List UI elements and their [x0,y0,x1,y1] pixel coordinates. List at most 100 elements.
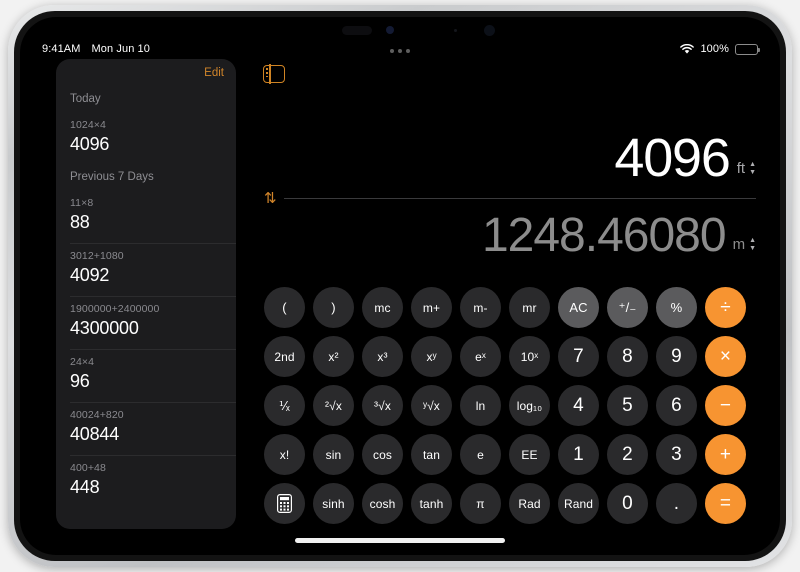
handle-dot [390,49,394,53]
key-digit-2[interactable]: 2 [607,434,648,475]
history-item[interactable]: 1900000+2400000 4300000 [56,296,236,349]
key-hyperbolic-tangent[interactable]: tanh [411,483,452,524]
key-memory-recall[interactable]: mr [509,287,550,328]
history-expression: 1024×4 [70,119,106,131]
history-result: 4092 [70,265,110,285]
key-digit-0[interactable]: 0 [607,483,648,524]
secondary-unit-selector[interactable]: m ▲ ▼ [733,236,756,265]
key-all-clear[interactable]: AC [558,287,599,328]
chevron-up-icon: ▲ [749,160,756,168]
key-square-root[interactable]: ²√x [313,385,354,426]
key-square[interactable]: x² [313,336,354,377]
history-expression: 3012+1080 [70,250,124,262]
keypad-row: 2nd x² x³ xʸ eˣ 10ˣ 7 8 9 × [264,336,764,377]
history-item[interactable]: 400+48 448 [56,455,236,508]
home-indicator[interactable] [295,538,505,543]
sidebar-toggle-icon[interactable] [263,64,285,84]
ambient-sensor-icon [454,29,457,32]
key-radians-toggle[interactable]: Rad [509,483,550,524]
key-exp-e[interactable]: eˣ [460,336,501,377]
toggle-line [265,71,268,74]
key-digit-3[interactable]: 3 [656,434,697,475]
chevron-updown-icon: ▲ ▼ [749,237,756,253]
history-result: 448 [70,477,100,497]
key-equals[interactable]: = [705,483,746,524]
secondary-unit-label: m [732,236,746,253]
key-digit-5[interactable]: 5 [607,385,648,426]
multitasking-handle[interactable] [390,49,410,53]
status-bar-right: 100% [680,43,760,55]
history-expression: 40024+820 [70,409,124,421]
key-cosine[interactable]: cos [362,434,403,475]
chevron-down-icon: ▼ [749,245,756,253]
key-decimal-point[interactable]: . [656,483,697,524]
key-multiply[interactable]: × [705,336,746,377]
key-memory-subtract[interactable]: m- [460,287,501,328]
key-exp-ten[interactable]: 10ˣ [509,336,550,377]
history-list[interactable]: Today 1024×4 4096 Previous 7 Days 11×8 88 3012… [56,87,236,529]
key-sign-toggle[interactable]: ⁺/₋ [607,287,648,328]
edit-button[interactable]: Edit [204,67,224,79]
key-percent[interactable]: % [656,287,697,328]
primary-value-row: 4096 ft ▲ ▼ [264,127,756,189]
history-item[interactable]: 24×4 96 [56,349,236,402]
key-divide[interactable]: ÷ [705,287,746,328]
history-item[interactable]: 11×8 88 [56,190,236,243]
chevron-updown-icon: ▲ ▼ [749,161,756,177]
key-second-function[interactable]: 2nd [264,336,305,377]
key-memory-clear[interactable]: mc [362,287,403,328]
key-scientific-notation[interactable]: EE [509,434,550,475]
swap-units-icon[interactable]: ⇅ [264,191,277,206]
history-item[interactable]: 40024+820 40844 [56,402,236,455]
history-expression: 1900000+2400000 [70,303,160,315]
key-log-base-ten[interactable]: log₁₀ [509,385,550,426]
key-cube-root[interactable]: ³√x [362,385,403,426]
battery-percent-label: 100% [700,43,729,55]
toggle-line [265,68,268,70]
key-subtract[interactable]: − [705,385,746,426]
key-add[interactable]: + [705,434,746,475]
calculator-keypad: () mc m+ m-mr AC ⁺/₋% ÷ 2nd x² x³ xʸ eˣ 10ˣ 7 8 9 × ⅟ₓ ²√x… [264,287,764,524]
key-calculator-mode-icon[interactable] [264,483,305,524]
history-expression: 11×8 [70,197,94,209]
status-time: 9:41AM [42,43,81,55]
history-item[interactable]: 3012+1080 4092 [56,243,236,296]
key-digit-9[interactable]: 9 [656,336,697,377]
key-factorial[interactable]: x! [264,434,305,475]
key-cube[interactable]: x³ [362,336,403,377]
chevron-down-icon: ▼ [749,169,756,177]
key-tangent[interactable]: tan [411,434,452,475]
key-nth-root[interactable]: ʸ√x [411,385,452,426]
key-paren-close[interactable]: ) [313,287,354,328]
history-result: 4096 [70,134,110,154]
chevron-up-icon: ▲ [749,236,756,244]
history-expression: 400+48 [70,462,106,474]
history-section-title: Previous 7 Days [70,171,154,183]
key-natural-log[interactable]: ln [460,385,501,426]
key-hyperbolic-cosine[interactable]: cosh [362,483,403,524]
history-expression: 24×4 [70,356,95,368]
key-paren-open[interactable]: ( [264,287,305,328]
key-memory-add[interactable]: m+ [411,287,452,328]
key-pi[interactable]: π [460,483,501,524]
primary-unit-label: ft [736,160,746,177]
key-sine[interactable]: sin [313,434,354,475]
keypad-row: ⅟ₓ ²√x ³√x ʸ√x ln log₁₀ 4 5 6− [264,385,764,426]
device-screen: 9:41AM Mon Jun 10 100% Edit Today 1024×4… [20,17,780,555]
secondary-value-row: 1248.46080 m ▲ ▼ [264,207,756,265]
camera-lens-icon [484,25,495,36]
primary-unit-selector[interactable]: ft ▲ ▼ [737,160,756,189]
key-digit-8[interactable]: 8 [607,336,648,377]
key-digit-6[interactable]: 6 [656,385,697,426]
key-power-y[interactable]: xʸ [411,336,452,377]
key-random[interactable]: Rand [558,483,599,524]
key-digit-1[interactable]: 1 [558,434,599,475]
key-reciprocal[interactable]: ⅟ₓ [264,385,305,426]
key-digit-4[interactable]: 4 [558,385,599,426]
key-hyperbolic-sine[interactable]: sinh [313,483,354,524]
key-euler-number[interactable]: e [460,434,501,475]
history-item[interactable]: 1024×4 4096 [56,112,236,165]
key-digit-7[interactable]: 7 [558,336,599,377]
history-section-title: Today [70,93,101,105]
primary-value: 4096 [614,128,731,188]
